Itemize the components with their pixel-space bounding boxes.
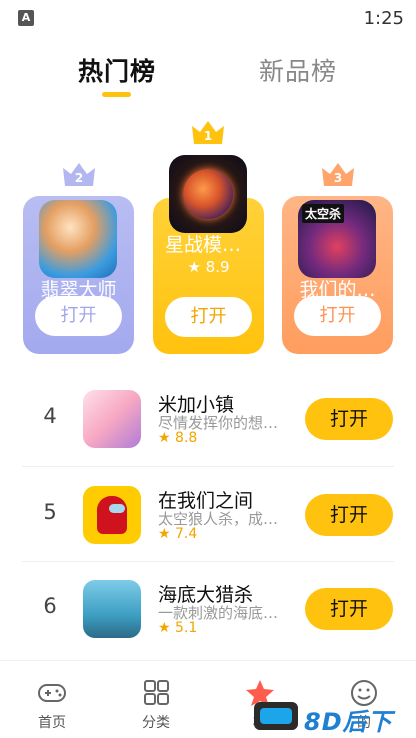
rank-badge: 2 bbox=[74, 171, 84, 185]
rating-value: 7.4 bbox=[175, 526, 198, 542]
app-icon-feicui[interactable] bbox=[39, 200, 117, 278]
watermark: 8D后下载 bbox=[254, 700, 414, 736]
top-three-podium: 翡翠大师 打开 2 星战模… ★ 8.9 打开 1 我们的… 打开 3 太空杀 bbox=[0, 110, 416, 360]
app-rating: ★ 8.8 bbox=[158, 430, 198, 446]
status-bar: A 1:25 bbox=[0, 0, 416, 36]
app-icon-mega-town[interactable] bbox=[83, 390, 141, 448]
rating-value: 8.9 bbox=[205, 258, 230, 276]
open-button[interactable]: 打开 bbox=[35, 296, 122, 336]
app-icon-star-wars-sim[interactable] bbox=[169, 155, 247, 233]
planet-graphic bbox=[183, 169, 233, 219]
ranking-tabs: 热门榜 新品榜 bbox=[0, 52, 416, 102]
rank-number: 6 bbox=[43, 594, 57, 618]
rank-badge: 3 bbox=[333, 171, 343, 185]
open-button[interactable]: 打开 bbox=[305, 494, 393, 536]
rating-value: 5.1 bbox=[175, 620, 198, 636]
podium-rating: ★ 8.9 bbox=[187, 258, 230, 276]
rank-number: 4 bbox=[43, 404, 57, 428]
watermark-logo-icon bbox=[254, 702, 298, 730]
crewmate-graphic bbox=[97, 496, 127, 534]
list-item[interactable]: 4 米加小镇 尽情发挥你的想… ★ 8.8 打开 bbox=[0, 372, 416, 466]
app-icon-space-kill[interactable]: 太空杀 bbox=[298, 200, 376, 278]
rating-value: 8.8 bbox=[175, 430, 198, 446]
tab-new-ranking[interactable]: 新品榜 bbox=[259, 52, 337, 88]
grid-icon bbox=[141, 679, 171, 707]
rank-badge: 1 bbox=[203, 129, 213, 143]
open-button[interactable]: 打开 bbox=[305, 398, 393, 440]
notification-app-icon: A bbox=[18, 10, 34, 26]
tab-hot-ranking[interactable]: 热门榜 bbox=[78, 52, 156, 88]
status-time: 1:25 bbox=[363, 8, 404, 29]
nav-label: 首页 bbox=[38, 715, 66, 731]
nav-category[interactable]: 分类 bbox=[104, 661, 208, 738]
rank-number: 5 bbox=[43, 500, 57, 524]
open-button[interactable]: 打开 bbox=[294, 296, 381, 336]
open-button[interactable]: 打开 bbox=[165, 297, 252, 337]
nav-home[interactable]: 首页 bbox=[0, 661, 104, 738]
podium-app-name: 星战模… bbox=[165, 234, 242, 256]
list-item[interactable]: 5 在我们之间 太空狼人杀，成… ★ 7.4 打开 bbox=[0, 468, 416, 562]
crown-icon: 1 bbox=[190, 118, 226, 146]
app-rating: ★ 7.4 bbox=[158, 526, 198, 542]
crown-icon: 3 bbox=[320, 160, 356, 188]
app-icon-deep-sea-hunt[interactable] bbox=[83, 580, 141, 638]
nav-label: 分类 bbox=[142, 715, 170, 731]
divider bbox=[22, 466, 394, 467]
app-rating: ★ 5.1 bbox=[158, 620, 198, 636]
gamepad-icon bbox=[37, 679, 67, 707]
crown-icon: 2 bbox=[61, 160, 97, 188]
open-button[interactable]: 打开 bbox=[305, 588, 393, 630]
active-tab-indicator bbox=[102, 92, 131, 97]
list-item[interactable]: 6 海底大猎杀 一款刺激的海底… ★ 5.1 打开 bbox=[0, 562, 416, 656]
icon-logo-text: 太空杀 bbox=[302, 204, 345, 223]
watermark-text: 8D后下载 bbox=[304, 708, 393, 736]
app-icon-among-us[interactable] bbox=[83, 486, 141, 544]
